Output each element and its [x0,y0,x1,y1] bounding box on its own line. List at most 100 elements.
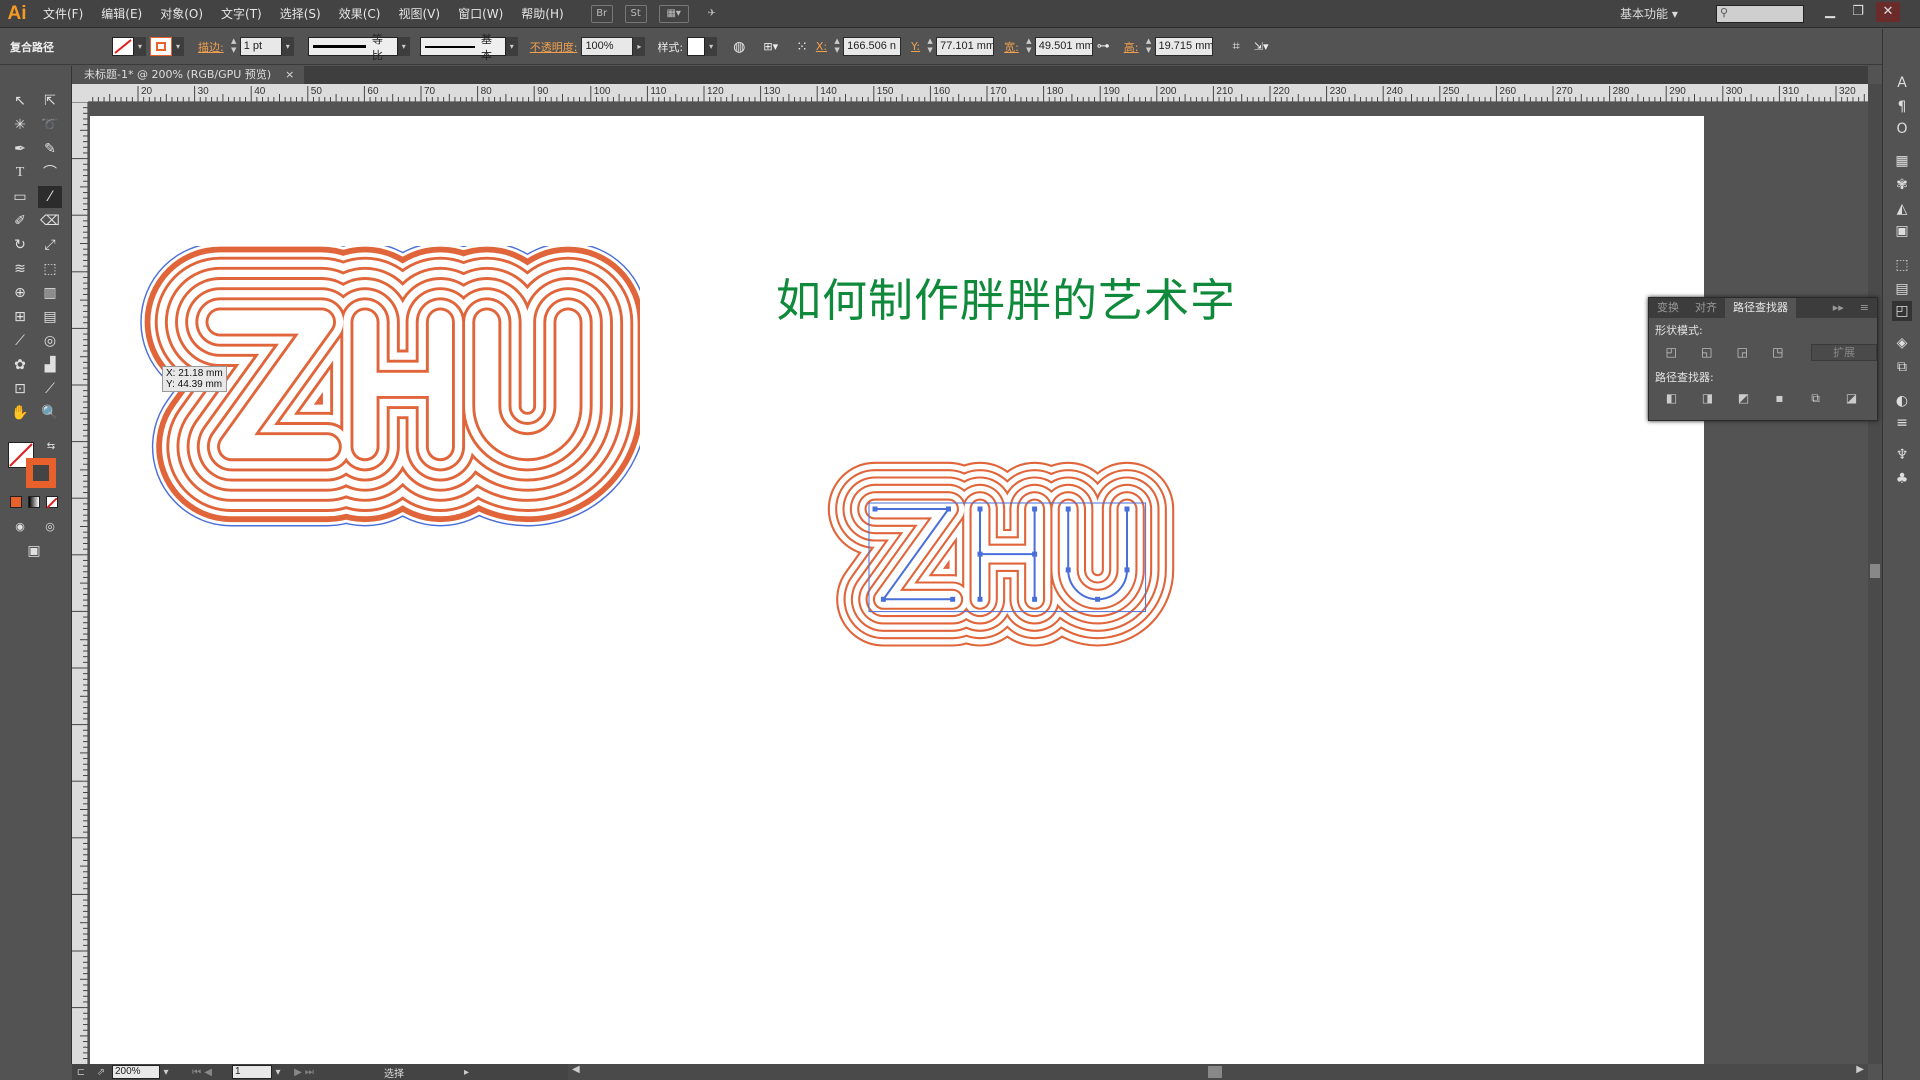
height-field[interactable]: 19.715 mm [1154,37,1213,56]
stock-icon[interactable]: St [624,4,647,23]
graphic-style-swatch[interactable] [687,37,706,56]
canvas-area[interactable]: 如何制作胖胖的艺术字 [88,102,1868,1064]
hand-tool-icon[interactable]: ✋ [8,402,32,424]
zoom-tool-icon[interactable]: 🔍 [38,402,62,424]
fill-swatch[interactable] [112,37,134,56]
gradient-mode-icon[interactable] [28,496,40,508]
menu-window[interactable]: 窗口(W) [449,0,512,28]
curvature-tool-icon[interactable]: ✎ [38,138,62,160]
artboard-next-icons[interactable]: ▶ ⏭ [284,1067,324,1078]
intersect-icon[interactable]: ◲ [1734,345,1751,360]
drawing-modes-icon[interactable]: ◉ [8,516,32,538]
anchor-point[interactable] [950,596,956,602]
pencil-tool-icon[interactable]: ✐ [8,210,32,232]
rectangle-tool-icon[interactable]: ▭ [8,186,32,208]
menu-edit[interactable]: 编辑(E) [92,0,151,28]
stroke-color-box[interactable] [26,458,56,488]
opacity-label[interactable]: 不透明度: [526,39,582,55]
transform-icon[interactable]: ⌗ [1229,39,1244,54]
height-stepper[interactable]: ▲ ▼ [1143,37,1155,56]
align-options-icon[interactable]: ⊞▾ [759,40,782,53]
eraser-tool-icon[interactable]: ⌫ [38,210,62,232]
vertical-scroll-thumb[interactable] [1870,564,1880,578]
artboards-panel-icon[interactable]: ⧉ [1892,357,1912,377]
tab-transform[interactable]: 变换 [1649,298,1687,318]
anchor-point[interactable] [977,596,983,602]
minus-back-icon[interactable]: ◪ [1843,391,1860,406]
x-stepper[interactable]: ▲ ▼ [831,37,843,56]
anchor-point[interactable] [1124,506,1130,512]
width-field[interactable]: 49.501 mm [1034,37,1093,56]
type-tool-icon[interactable]: T [8,162,32,184]
brush-dropdown[interactable]: ▾ [505,37,518,56]
magic-wand-tool-icon[interactable]: ✳ [8,114,32,136]
character-panel-icon[interactable]: A [1892,73,1912,93]
scroll-right-icon[interactable]: ▶ [1856,1064,1864,1075]
close-tab-icon[interactable]: × [285,66,294,84]
y-field[interactable]: 77.101 mm [936,37,995,56]
transform-panel-icon[interactable]: ⬚ [1892,255,1912,275]
screen-mode-icon[interactable]: ▣ [22,540,46,562]
reference-point-icon[interactable]: ⁙ [792,39,812,55]
tab-pathfinder[interactable]: 路径查找器 [1725,298,1796,318]
x-label[interactable]: X: [812,40,831,53]
height-label[interactable]: 高: [1120,39,1143,55]
artboard-dropdown[interactable]: ▾ [272,1067,284,1078]
anchor-point[interactable] [1032,551,1038,557]
scale-tool-icon[interactable]: ⤢ [38,234,62,256]
status-menu-arrow[interactable]: ▸ [464,1067,469,1078]
status-mode-text[interactable]: 选择 [324,1065,464,1080]
bridge-icon[interactable]: Br [590,4,613,23]
rotate-tool-icon[interactable]: ↻ [8,234,32,256]
minimize-icon[interactable]: ▁ [1818,2,1842,22]
panel-menu-icon[interactable]: ≡ [1852,298,1877,318]
art-zhu-left[interactable] [120,246,640,546]
gradient-tool-icon[interactable]: ▤ [38,306,62,328]
stroke-panel-icon[interactable]: ≡ [1892,413,1912,433]
slice-tool-icon[interactable]: ⟋ [38,378,62,400]
lasso-tool-icon[interactable]: ➰ [38,114,62,136]
line-tool-icon[interactable]: ⌒ [38,162,62,184]
symbol-sprayer-tool-icon[interactable]: ✿ [8,354,32,376]
divide-icon[interactable]: ◧ [1663,391,1680,406]
width-stepper[interactable]: ▲ ▼ [1023,37,1035,56]
vertical-scrollbar[interactable] [1868,84,1882,1064]
menu-view[interactable]: 视图(V) [389,0,449,28]
anchor-point[interactable] [1124,567,1130,573]
gpu-performance-icon[interactable]: ✈ [701,5,723,23]
anchor-point[interactable] [1032,506,1038,512]
stroke-weight-stepper[interactable]: ▲ ▼ [228,37,240,56]
pathfinder-panel-icon[interactable]: ◰ [1892,301,1912,321]
exclude-icon[interactable]: ◳ [1770,345,1787,360]
brushes-panel-icon[interactable]: ✾ [1892,175,1912,195]
close-window-icon[interactable]: ✕ [1876,2,1900,22]
merge-icon[interactable]: ◩ [1735,391,1752,406]
gradient-panel-icon[interactable]: ▣ [1892,221,1912,241]
artboard-title-text[interactable]: 如何制作胖胖的艺术字 [776,264,1236,329]
style-dropdown[interactable]: ▾ [705,37,718,56]
y-stepper[interactable]: ▲ ▼ [924,37,936,56]
swap-colors-icon[interactable]: ⇆ [44,436,58,458]
opacity-field[interactable]: 100% [581,37,634,56]
anchor-point[interactable] [977,506,983,512]
anchor-point[interactable] [1065,506,1071,512]
pen-tool-icon[interactable]: ✒ [8,138,32,160]
vertical-ruler[interactable] [72,101,88,1064]
blend-tool-icon[interactable]: ◎ [38,330,62,352]
width-tool-icon[interactable]: ≋ [8,258,32,280]
anchor-point[interactable] [946,506,951,512]
menu-type[interactable]: 文字(T) [212,0,271,28]
anchor-point[interactable] [880,596,886,602]
anchor-point[interactable] [1065,567,1071,573]
swatches-panel-icon[interactable]: ▦ [1892,151,1912,171]
minus-front-icon[interactable]: ◱ [1699,345,1716,360]
artboard-number-field[interactable]: 1 [232,1065,272,1079]
draw-inside-icon[interactable]: ◎ [38,516,62,538]
menu-help[interactable]: 帮助(H) [512,0,572,28]
scroll-left-icon[interactable]: ◀ [572,1064,580,1075]
stroke-weight-dropdown[interactable]: ▾ [281,37,294,56]
artboard-prev-icons[interactable]: ⏮ ◀ [172,1067,232,1078]
profile-dropdown[interactable]: ▾ [397,37,410,56]
expand-button[interactable]: 扩展 [1811,344,1878,361]
direct-selection-tool-icon[interactable]: ⇱ [38,90,62,112]
